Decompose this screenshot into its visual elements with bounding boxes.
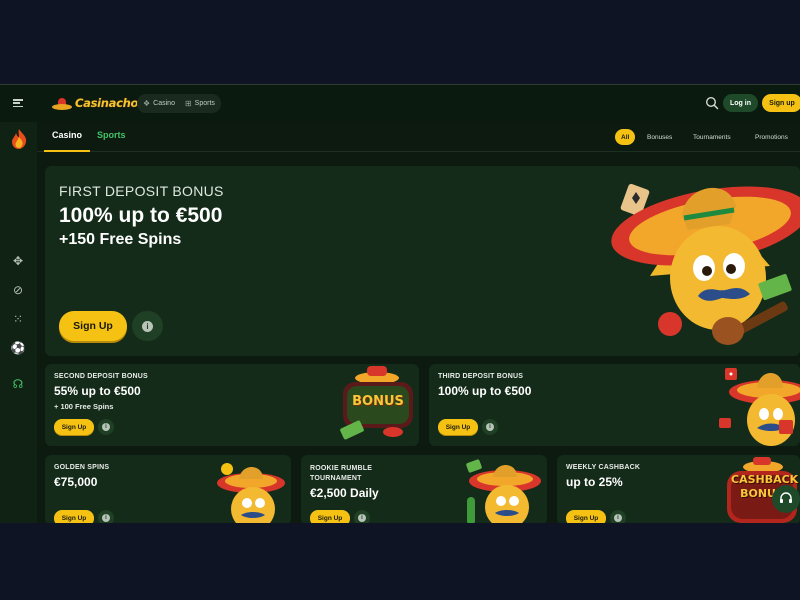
brand-name: Casinacho — [75, 96, 139, 110]
mascot-cactus-illustration — [466, 459, 541, 523]
info-icon: i — [102, 423, 110, 431]
info-icon: i — [358, 514, 366, 522]
promo-signup-button[interactable]: Sign Up — [566, 510, 606, 523]
promo-info-button[interactable]: i — [482, 419, 498, 435]
promo-title: ROOKIE RUMBLE TOURNAMENT — [310, 465, 373, 482]
topnav-sports-label: Sports — [194, 100, 215, 107]
sidebar-casino-icon[interactable]: ✥ — [10, 253, 26, 269]
sidebar: ✥ ⊘ ⁙ ⚽ ☊ — [0, 122, 37, 523]
promo-signup-button[interactable]: Sign Up — [310, 510, 350, 523]
promo-info-button[interactable]: i — [610, 510, 626, 523]
promo-amount: 100% up to €500 — [438, 384, 532, 398]
topnav-casino-label: Casino — [153, 100, 175, 107]
filter-promotions[interactable]: Promotions — [755, 129, 788, 145]
mascot-illustration — [611, 183, 800, 345]
sidebar-dice-icon[interactable]: ⁙ — [10, 311, 26, 327]
promo-card-second-deposit: SECOND DEPOSIT BONUS 55% up to €500 + 10… — [45, 364, 419, 446]
sidebar-support-icon[interactable]: ☊ — [10, 376, 26, 392]
hero-subtitle: +150 Free Spins — [59, 231, 182, 248]
bonus-sign-illustration: BONUS — [337, 366, 419, 446]
info-icon: i — [486, 423, 494, 431]
promo-amount: 55% up to €500 — [54, 384, 141, 398]
login-button[interactable]: Log in — [723, 94, 758, 112]
promo-info-button[interactable]: i — [98, 419, 114, 435]
flame-icon[interactable] — [8, 128, 30, 150]
mascot-coins-illustration — [217, 463, 285, 523]
casino-chip-icon: ❖ — [143, 99, 151, 108]
sports-icon: ⊞ — [184, 99, 192, 108]
bonus-badge-text: BONUS — [352, 394, 404, 409]
promo-title: WEEKLY CASHBACK — [566, 464, 641, 471]
active-tab-indicator — [44, 150, 90, 152]
signup-button[interactable]: Sign up — [762, 94, 800, 112]
promo-card-third-deposit: THIRD DEPOSIT BONUS 100% up to €500 Sign… — [429, 364, 800, 446]
hero-kicker: FIRST DEPOSIT BONUS — [59, 183, 224, 199]
filter-tournaments[interactable]: Tournaments — [693, 129, 731, 145]
topnav-casino[interactable]: ❖ Casino — [143, 99, 175, 108]
hero-signup-button[interactable]: Sign Up — [59, 311, 127, 341]
tab-casino[interactable]: Casino — [52, 130, 82, 140]
sidebar-sports-icon[interactable]: ⚽ — [10, 340, 26, 356]
promo-title: SECOND DEPOSIT BONUS — [54, 373, 148, 380]
filter-all[interactable]: All — [615, 129, 636, 145]
sombrero-icon — [52, 96, 72, 110]
brand-logo[interactable]: Casinacho — [52, 93, 138, 113]
filter-bonuses[interactable]: Bonuses — [647, 129, 672, 145]
promo-extra: + 100 Free Spins — [54, 402, 114, 411]
category-nav: Casino Sports All Bonuses Tournaments Pr… — [37, 122, 800, 152]
promo-amount: €2,500 Daily — [310, 486, 379, 500]
promo-card-weekly-cashback: WEEKLY CASHBACK up to 25% Sign Up i CASH… — [557, 455, 800, 523]
support-chat-button[interactable] — [772, 485, 800, 513]
promo-amount: up to 25% — [566, 475, 623, 489]
promo-info-button[interactable]: i — [98, 510, 114, 523]
sidebar-compass-icon[interactable]: ⊘ — [10, 282, 26, 298]
info-icon: i — [614, 514, 622, 522]
search-icon[interactable] — [705, 96, 719, 110]
top-nav: ❖ Casino ⊞ Sports — [137, 94, 221, 113]
promo-signup-button[interactable]: Sign Up — [54, 419, 94, 435]
casino-app: Casinacho ❖ Casino ⊞ Sports Log in Sign … — [0, 84, 800, 523]
info-icon: i — [102, 514, 110, 522]
promo-title: GOLDEN SPINS — [54, 464, 110, 471]
hero-banner: FIRST DEPOSIT BONUS 100% up to €500 +150… — [45, 166, 800, 356]
promo-card-golden-spins: GOLDEN SPINS €75,000 Sign Up i — [45, 455, 291, 523]
promo-title: THIRD DEPOSIT BONUS — [438, 373, 524, 380]
info-icon: i — [142, 320, 153, 332]
top-bar: Casinacho ❖ Casino ⊞ Sports Log in Sign … — [0, 85, 800, 122]
hero-info-button[interactable]: i — [132, 311, 163, 341]
promo-amount: €75,000 — [54, 475, 98, 489]
menu-icon[interactable] — [13, 99, 23, 107]
tab-sports[interactable]: Sports — [97, 130, 126, 140]
topnav-sports[interactable]: ⊞ Sports — [185, 99, 215, 108]
promo-card-rookie-rumble: ROOKIE RUMBLE TOURNAMENT €2,500 Daily Si… — [301, 455, 547, 523]
headset-icon — [780, 492, 792, 503]
promo-signup-button[interactable]: Sign Up — [438, 419, 478, 435]
promo-signup-button[interactable]: Sign Up — [54, 510, 94, 523]
promo-info-button[interactable]: i — [354, 510, 370, 523]
hero-title: 100% up to €500 — [59, 204, 223, 227]
mascot-dice-illustration — [719, 368, 800, 446]
